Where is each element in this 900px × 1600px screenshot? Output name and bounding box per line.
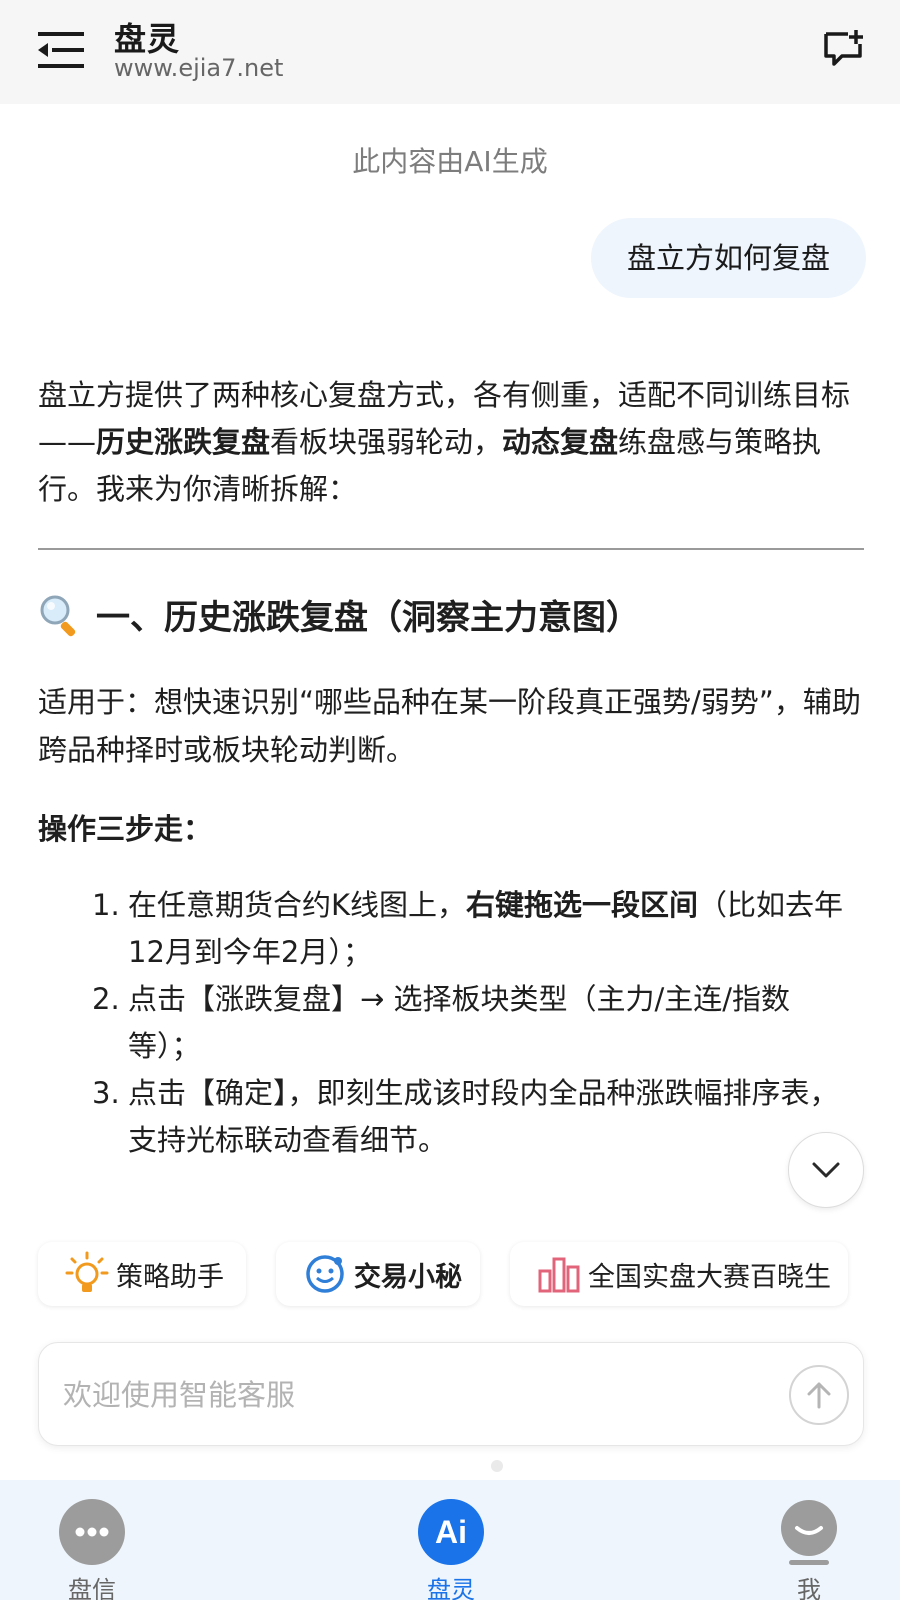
step-text: 点击【涨跌复盘】→ 选择板块类型（主力/主连/指数等）； [128,982,791,1063]
section-heading-text: 一、历史涨跌复盘（洞察主力意图） [96,598,640,638]
steps-list: 1. 在任意期货合约K线图上，右键拖选一段区间（比如去年12月到今年2月）； 2… [92,882,862,1164]
list-item: 3. 点击【确定】，即刻生成该时段内全品种涨跌幅排序表，支持光标联动查看细节。 [92,1070,862,1164]
chat-input[interactable] [63,1371,753,1419]
answer-intro: 盘立方提供了两种核心复盘方式，各有侧重，适配不同训练目标——历史涨跌复盘看板块强… [38,372,864,513]
quick-tool-trading-secretary[interactable]: 交易小秘 [276,1242,480,1306]
chat-dots-icon [59,1499,125,1565]
tab-label: 盘信 [68,1576,116,1600]
section-heading: 一、历史涨跌复盘（洞察主力意图） [38,590,640,639]
chevron-down-icon [812,1162,840,1178]
magnifier-icon [40,595,76,636]
smiley-bot-icon [306,1255,344,1293]
quick-tool-label: 策略助手 [116,1261,224,1293]
page-dot [491,1460,503,1472]
tab-label: 盘灵 [427,1576,475,1600]
ai-icon: Ai [418,1499,484,1565]
intro-text-2: 看板块强弱轮动， [270,425,503,459]
tab-me[interactable]: 我 [749,1498,869,1600]
step-number: 1. [92,888,120,922]
section-divider [38,548,864,550]
step-number: 3. [92,1076,120,1110]
new-chat-icon[interactable] [822,28,864,70]
applies-paragraph: 适用于：想快速识别“哪些品种在某一阶段真正强势/弱势”，辅助跨品种择时或板块轮动… [38,685,861,767]
send-button[interactable] [789,1365,849,1425]
scroll-down-button[interactable] [788,1132,864,1208]
profile-face-icon [781,1500,837,1565]
tab-panling[interactable]: Ai 盘灵 [391,1498,511,1600]
step-text: 点击【确定】，即刻生成该时段内全品种涨跌幅排序表，支持光标联动查看细节。 [128,1076,839,1157]
quick-tool-strategy-assistant[interactable]: 策略助手 [38,1242,246,1306]
quick-tools-bar: 策略助手 交易小秘 全国实盘大赛百晓生 [38,1242,864,1306]
user-message-bubble: 盘立方如何复盘 [590,218,866,298]
quick-tool-label: 全国实盘大赛百晓生 [588,1261,831,1293]
app-subtitle: www.ejia7.net [114,54,284,82]
intro-bold-2: 动态复盘 [502,425,619,459]
steps-heading: 操作三步走： [38,812,213,846]
ai-generated-notice: 此内容由AI生成 [352,145,548,178]
list-item: 2. 点击【涨跌复盘】→ 选择板块类型（主力/主连/指数等）； [92,976,862,1070]
step-number: 2. [92,982,120,1016]
app-root: 盘灵 www.ejia7.net 此内容由AI生成 盘立方如何复盘 盘立方提供了… [0,0,900,1600]
tab-label: 我 [797,1576,821,1600]
menu-collapse-icon[interactable] [38,28,88,72]
bottom-nav: 盘信 Ai 盘灵 我 [0,1480,900,1600]
intro-bold-1: 历史涨跌复盘 [96,425,271,459]
list-item: 1. 在任意期货合约K线图上，右键拖选一段区间（比如去年12月到今年2月）； [92,882,862,976]
ai-icon-text: Ai [435,1514,467,1550]
step-text-pre: 在任意期货合约K线图上， [128,888,467,922]
lightbulb-icon [65,1251,109,1292]
quick-tool-contest-guide[interactable]: 全国实盘大赛百晓生 [510,1242,848,1306]
top-bar: 盘灵 www.ejia7.net [0,0,900,104]
quick-tool-label: 交易小秘 [354,1261,462,1293]
page-indicator [0,1460,900,1472]
tab-panxin[interactable]: 盘信 [32,1498,152,1600]
step-text: 在任意期货合约K线图上，右键拖选一段区间（比如去年12月到今年2月）； [128,882,862,976]
chat-input-box [38,1342,864,1446]
bar-chart-icon [538,1257,580,1293]
step-text-bold: 右键拖选一段区间 [466,888,699,922]
arrow-up-icon [807,1382,831,1409]
